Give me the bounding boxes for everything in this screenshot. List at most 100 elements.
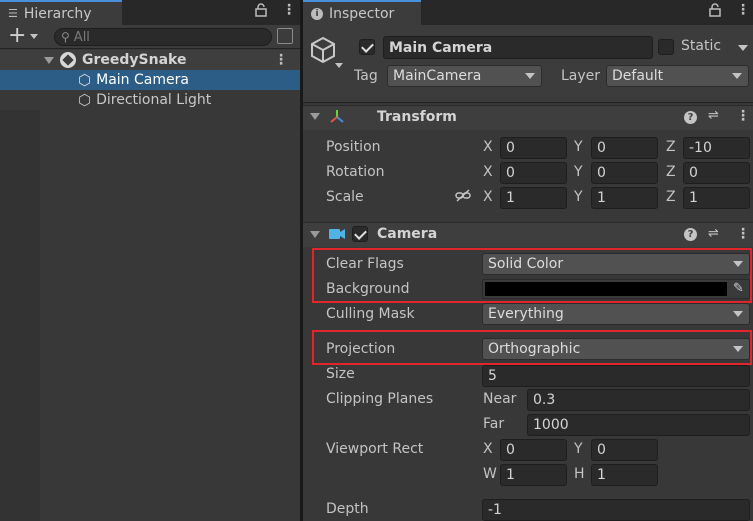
foldout-arrow-icon[interactable] [310, 231, 320, 238]
hierarchy-item-label: Directional Light [96, 92, 212, 108]
highlight-box-projection [312, 330, 752, 365]
gameobject-icon[interactable] [309, 36, 337, 68]
near-label[interactable]: Near [483, 391, 516, 407]
scale-label: Scale [326, 189, 364, 205]
tag-dropdown[interactable]: MainCamera [387, 65, 542, 87]
depth-field[interactable]: -1 [482, 499, 750, 521]
scene-more-icon[interactable]: ⋮ [274, 52, 288, 68]
component-more-icon[interactable]: ⋮ [736, 108, 750, 124]
static-dropdown-arrow-icon[interactable] [738, 45, 748, 51]
layer-value: Default [612, 68, 664, 84]
rotation-x-label[interactable]: X [483, 164, 493, 180]
rotation-z-field[interactable]: 0 [683, 162, 750, 184]
clipping-planes-label: Clipping Planes [326, 391, 434, 407]
culling-mask-label: Culling Mask [326, 306, 415, 322]
viewport-h-label[interactable]: H [574, 466, 585, 482]
scale-y-label[interactable]: Y [574, 189, 583, 205]
component-more-icon[interactable]: ⋮ [736, 226, 750, 242]
viewport-w-label[interactable]: W [483, 466, 497, 482]
scale-z-label[interactable]: Z [666, 189, 676, 205]
far-field[interactable]: 1000 [527, 414, 750, 436]
unity-scene-icon [60, 52, 76, 68]
chevron-down-icon [732, 73, 742, 79]
position-z-field[interactable]: -10 [683, 137, 750, 159]
hierarchy-item-label: Main Camera [96, 72, 189, 88]
inspector-tab[interactable]: i Inspector [303, 0, 421, 25]
add-button[interactable]: + [8, 24, 26, 48]
active-checkbox[interactable] [359, 39, 375, 55]
inspector-more-icon[interactable]: ⋮ [736, 2, 750, 18]
presets-icon[interactable]: ⇌ [708, 226, 719, 241]
viewport-h-field[interactable]: 1 [591, 464, 658, 486]
rotation-y-field[interactable]: 0 [591, 162, 658, 184]
info-icon: i [311, 7, 323, 20]
chevron-down-icon [525, 73, 535, 79]
position-z-label[interactable]: Z [666, 139, 676, 155]
viewport-x-field[interactable]: 0 [500, 439, 567, 461]
scene-row[interactable]: GreedySnake ⋮ [0, 50, 300, 70]
viewport-y-field[interactable]: 0 [591, 439, 658, 461]
camera-title: Camera [377, 226, 438, 242]
depth-label: Depth [326, 501, 369, 517]
position-y-label[interactable]: Y [574, 139, 583, 155]
static-label: Static [681, 38, 722, 54]
viewport-rect-label: Viewport Rect [326, 441, 424, 457]
inspector-lock-icon[interactable] [709, 3, 721, 21]
viewport-w-field[interactable]: 1 [500, 464, 567, 486]
rotation-x-field[interactable]: 0 [500, 162, 567, 184]
scene-name: GreedySnake [82, 52, 187, 68]
object-name-field[interactable]: Main Camera [383, 36, 653, 59]
hierarchy-tab[interactable]: ☰ Hierarchy [0, 0, 122, 25]
hierarchy-gutter [0, 110, 40, 521]
scale-z-field[interactable]: 1 [683, 187, 750, 209]
inspector-tab-label: Inspector [329, 5, 395, 22]
more-menu-icon[interactable]: ⋮ [282, 2, 296, 18]
help-icon[interactable]: ? [684, 228, 697, 241]
hierarchy-tab-label: Hierarchy [23, 5, 92, 22]
hierarchy-search-field[interactable]: ⚲ All [54, 28, 272, 46]
viewport-x-label[interactable]: X [483, 441, 493, 457]
search-icon: ⚲ [61, 30, 70, 44]
rotation-label: Rotation [326, 164, 385, 180]
search-options-icon[interactable] [277, 28, 293, 44]
expand-arrow-icon[interactable] [44, 56, 54, 64]
camera-enabled-checkbox[interactable] [352, 226, 368, 242]
hierarchy-item-main-camera[interactable]: ⬡ Main Camera [0, 70, 300, 90]
scale-x-label[interactable]: X [483, 189, 493, 205]
hierarchy-item-directional-light[interactable]: ⬡ Directional Light [0, 90, 300, 110]
camera-icon [328, 227, 346, 245]
rotation-y-label[interactable]: Y [574, 164, 583, 180]
position-y-field[interactable]: 0 [591, 137, 658, 159]
culling-mask-dropdown[interactable]: Everything [482, 303, 750, 325]
lock-icon[interactable] [255, 3, 267, 21]
near-field[interactable]: 0.3 [527, 389, 750, 411]
culling-mask-value: Everything [488, 306, 564, 322]
layer-dropdown[interactable]: Default [606, 65, 749, 87]
hierarchy-list-icon: ☰ [8, 7, 18, 20]
position-x-field[interactable]: 0 [500, 137, 567, 159]
viewport-y-label[interactable]: Y [574, 441, 583, 457]
far-label[interactable]: Far [483, 416, 504, 432]
search-placeholder: All [73, 29, 90, 45]
position-label: Position [326, 139, 381, 155]
size-label: Size [326, 366, 355, 382]
transform-title: Transform [377, 109, 457, 125]
tag-label: Tag [354, 68, 378, 84]
transform-icon [328, 108, 346, 130]
position-x-label[interactable]: X [483, 139, 493, 155]
presets-icon[interactable]: ⇌ [708, 108, 719, 123]
static-checkbox[interactable] [658, 39, 674, 55]
scale-x-field[interactable]: 1 [500, 187, 567, 209]
rotation-z-label[interactable]: Z [666, 164, 676, 180]
icon-dropdown-arrow-icon[interactable] [335, 63, 343, 68]
help-icon[interactable]: ? [684, 111, 697, 124]
constrain-proportions-icon[interactable] [455, 189, 471, 207]
gameobject-cube-icon: ⬡ [78, 71, 92, 89]
foldout-arrow-icon[interactable] [310, 113, 320, 120]
chevron-down-icon [733, 311, 743, 317]
tag-value: MainCamera [393, 68, 482, 84]
size-field[interactable]: 5 [482, 365, 750, 387]
scale-y-field[interactable]: 1 [591, 187, 658, 209]
highlight-box-clear-flags [312, 248, 752, 303]
add-dropdown-arrow-icon[interactable] [30, 34, 38, 39]
